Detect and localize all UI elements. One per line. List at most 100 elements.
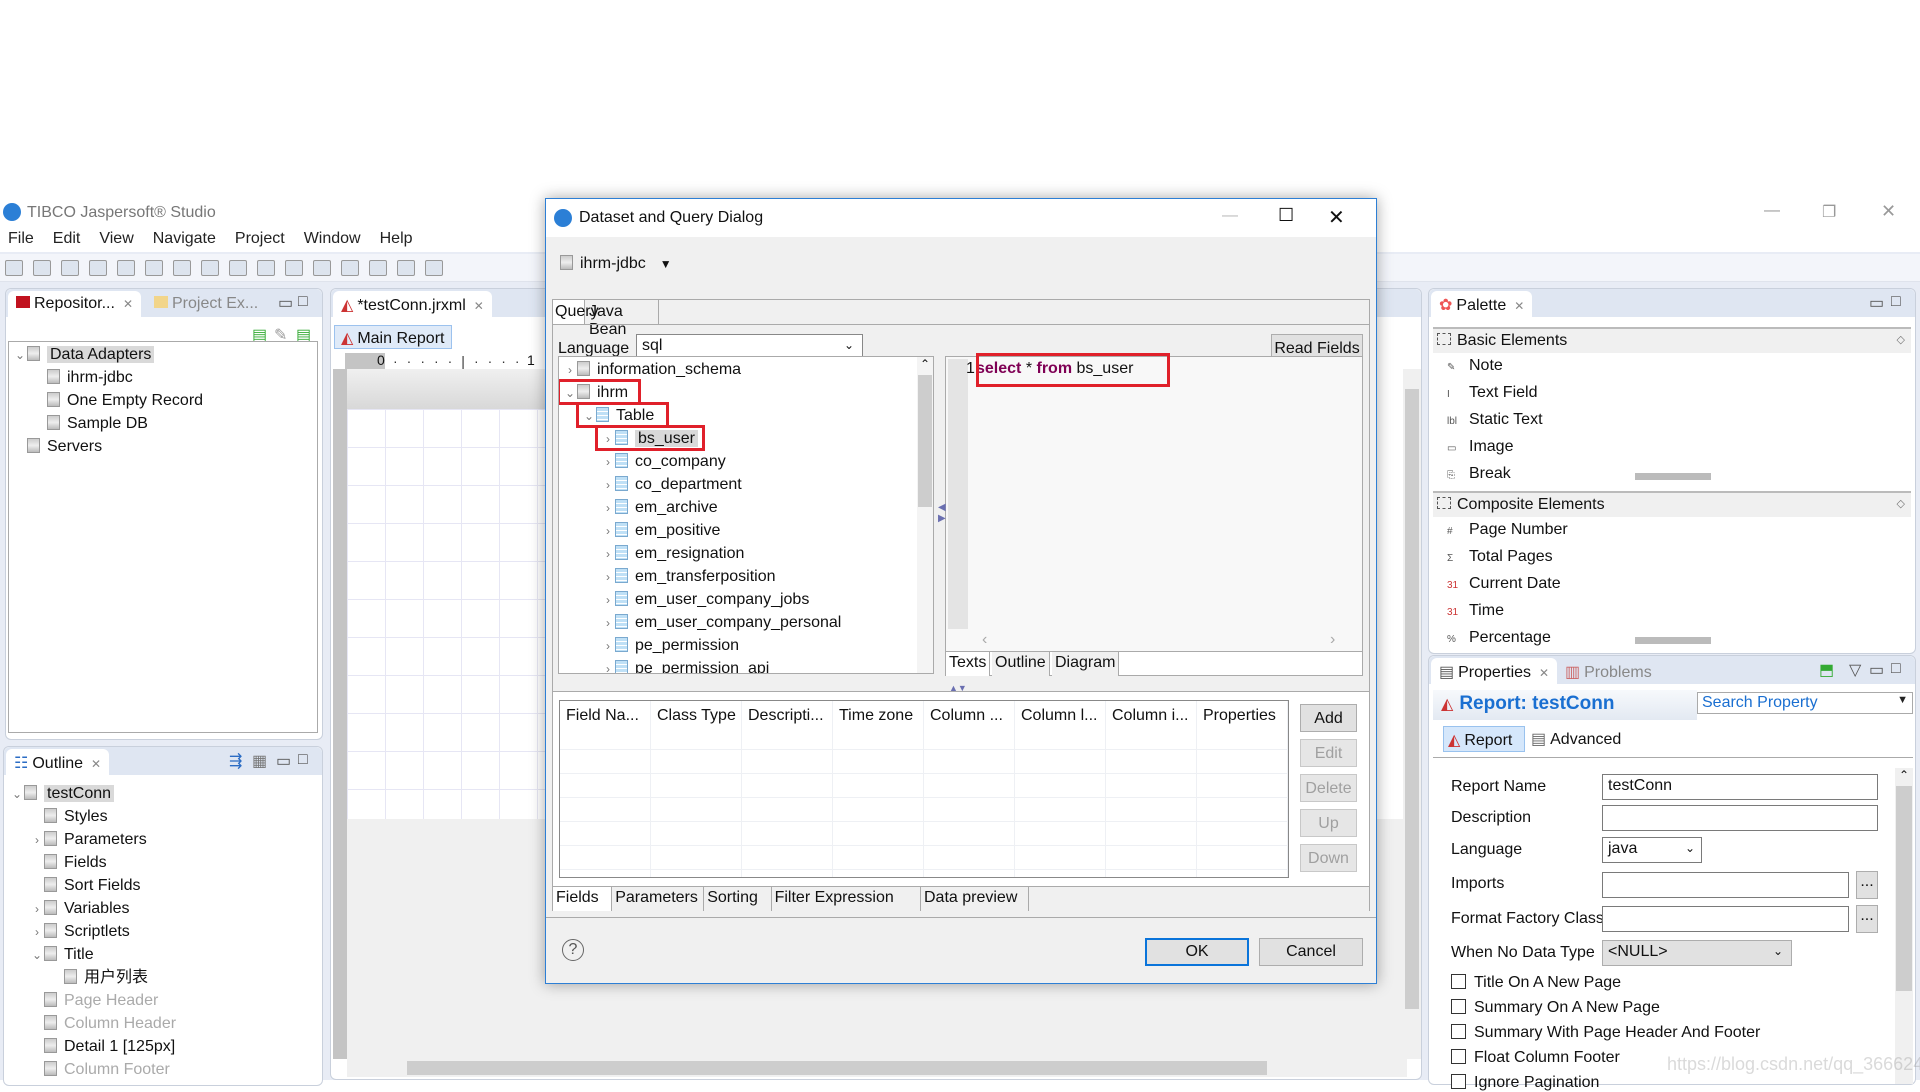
- sash-icon[interactable]: ◀ ▶: [938, 502, 946, 524]
- tree-item[interactable]: › co_company: [601, 451, 726, 473]
- minimize-panel-icon[interactable]: ▭: [276, 751, 291, 771]
- tab-problems[interactable]: ▥ Problems: [1557, 658, 1660, 684]
- tree-item[interactable]: Detail 1 [125px]: [30, 1036, 175, 1058]
- query-editor[interactable]: 1 select * from bs_user ‹ ›: [945, 356, 1363, 652]
- chevron-right-icon[interactable]: ›: [601, 497, 615, 519]
- menu-file[interactable]: File: [8, 230, 34, 248]
- palette-item[interactable]: ▭ Image: [1447, 438, 1513, 456]
- tree-item[interactable]: › em_user_company_jobs: [601, 589, 809, 611]
- tree-item[interactable]: › co_department: [601, 474, 742, 496]
- chevron-down-icon[interactable]: ⌄: [10, 783, 24, 805]
- close-tab-icon[interactable]: ✕: [1539, 666, 1549, 680]
- column-header[interactable]: Field Na...: [560, 701, 651, 877]
- close-tab-icon[interactable]: ✕: [474, 299, 484, 313]
- properties-scrollbar[interactable]: ⌃: [1895, 768, 1913, 1084]
- tree-item[interactable]: › pe_permission_api: [601, 658, 769, 673]
- import-icon[interactable]: [313, 260, 331, 276]
- column-header[interactable]: Column i...: [1106, 701, 1197, 877]
- tab-palette[interactable]: ✿ Palette ✕: [1431, 291, 1533, 317]
- close-tab-icon[interactable]: ✕: [91, 757, 101, 771]
- palette-item[interactable]: Σ Total Pages: [1447, 548, 1553, 566]
- forward-icon[interactable]: [397, 260, 415, 276]
- minimize-panel-icon[interactable]: ▭: [1869, 660, 1884, 680]
- tab-texts[interactable]: Texts: [946, 652, 991, 676]
- checkbox-summary-with-page-header-and-footer[interactable]: Summary With Page Header And Footer: [1451, 1024, 1760, 1042]
- tree-item[interactable]: Sample DB: [33, 413, 148, 435]
- chevron-right-icon[interactable]: ›: [601, 543, 615, 565]
- data-adapter-selector[interactable]: ihrm-jdbc ▼: [560, 255, 672, 273]
- collapse-icon[interactable]: ◇: [1897, 497, 1905, 510]
- chevron-right-icon[interactable]: ›: [601, 520, 615, 542]
- maximize-panel-icon[interactable]: □: [298, 751, 308, 769]
- tab-fields[interactable]: Fields: [553, 887, 613, 911]
- report-subtab[interactable]: ◭ Report: [1443, 726, 1525, 752]
- new-report-icon[interactable]: [145, 260, 163, 276]
- chevron-right-icon[interactable]: ›: [601, 474, 615, 496]
- palette-group-header[interactable]: Composite Elements ◇: [1433, 491, 1911, 517]
- chevron-right-icon[interactable]: ›: [601, 566, 615, 588]
- new-adapter-icon[interactable]: [173, 260, 191, 276]
- tree-item[interactable]: One Empty Record: [33, 390, 203, 412]
- checkbox-title-on-a-new-page[interactable]: Title On A New Page: [1451, 974, 1621, 992]
- tree-item[interactable]: ⌄ Title: [30, 944, 94, 966]
- checkbox[interactable]: [1451, 974, 1466, 989]
- palette-item[interactable]: # Page Number: [1447, 521, 1568, 539]
- chevron-right-icon[interactable]: ›: [601, 658, 615, 673]
- tab-diagram[interactable]: Diagram: [1052, 652, 1120, 676]
- palette-scroll-handle[interactable]: [1635, 473, 1711, 480]
- up-button[interactable]: Up: [1300, 809, 1357, 837]
- advanced-subtab[interactable]: ▤ Advanced: [1531, 729, 1621, 749]
- chevron-right-icon[interactable]: ›: [563, 359, 577, 381]
- search-property-input[interactable]: Search Property ▼: [1697, 692, 1913, 714]
- vertical-scrollbar[interactable]: [1403, 369, 1421, 1059]
- horizontal-scrollbar[interactable]: [347, 1059, 1407, 1077]
- description-input[interactable]: [1602, 805, 1878, 831]
- column-header[interactable]: Column l...: [1015, 701, 1106, 877]
- dropdown-arrow-icon[interactable]: ▼: [1897, 694, 1908, 706]
- menu-view[interactable]: View: [99, 230, 133, 248]
- imports-browse-button[interactable]: ...: [1856, 871, 1878, 899]
- edit-button[interactable]: Edit: [1300, 739, 1357, 767]
- tab-sorting[interactable]: Sorting: [704, 887, 772, 911]
- tree-item[interactable]: Styles: [30, 806, 108, 828]
- menu-help[interactable]: Help: [380, 230, 413, 248]
- tree-item[interactable]: › Parameters: [30, 829, 147, 851]
- checkbox[interactable]: [1451, 999, 1466, 1014]
- ok-button[interactable]: OK: [1145, 938, 1249, 966]
- chevron-right-icon[interactable]: ›: [601, 612, 615, 634]
- edit-report-icon[interactable]: [201, 260, 219, 276]
- palette-item[interactable]: ⎘ Break: [1447, 465, 1511, 483]
- tree-item[interactable]: Column Header: [30, 1013, 176, 1035]
- minimize-button[interactable]: —: [1764, 202, 1780, 220]
- close-tab-icon[interactable]: ✕: [123, 297, 133, 311]
- menu-project[interactable]: Project: [235, 230, 285, 248]
- chevron-right-icon[interactable]: ›: [30, 829, 44, 851]
- checkbox-float-column-footer[interactable]: Float Column Footer: [1451, 1049, 1620, 1067]
- tab-outline[interactable]: ☷ Outline ✕: [6, 749, 110, 775]
- tree-item[interactable]: › pe_permission: [601, 635, 739, 657]
- thumbnail-mode-icon[interactable]: ▦: [252, 751, 267, 771]
- format-factory-input[interactable]: [1602, 906, 1849, 932]
- menu-window[interactable]: Window: [304, 230, 361, 248]
- chevron-right-icon[interactable]: ›: [30, 898, 44, 920]
- tree-item[interactable]: › Variables: [30, 898, 130, 920]
- palette-scroll-handle[interactable]: [1635, 637, 1711, 644]
- minimize-panel-icon[interactable]: ▭: [278, 293, 293, 313]
- pin-icon[interactable]: ⬒: [1819, 660, 1834, 680]
- debug-icon[interactable]: [117, 260, 135, 276]
- scrollbar-thumb[interactable]: [1405, 389, 1419, 1009]
- imports-input[interactable]: [1602, 872, 1849, 898]
- collapse-icon[interactable]: ◇: [1897, 333, 1905, 346]
- tab-parameters[interactable]: Parameters: [612, 887, 705, 911]
- palette-group-header[interactable]: Basic Elements ◇: [1433, 327, 1911, 353]
- tree-item[interactable]: › em_user_company_personal: [601, 612, 841, 634]
- cancel-button[interactable]: Cancel: [1259, 938, 1363, 966]
- scroll-right-icon[interactable]: ›: [1330, 631, 1335, 649]
- tab-project-explorer[interactable]: Project Ex...: [146, 291, 266, 317]
- maximize-panel-icon[interactable]: □: [298, 293, 308, 311]
- checkbox[interactable]: [1451, 1074, 1466, 1089]
- minimize-button[interactable]: —: [1222, 207, 1238, 225]
- column-header[interactable]: Time zone: [833, 701, 924, 877]
- tree-mode-icon[interactable]: ⇶: [229, 751, 242, 771]
- column-header[interactable]: Descripti...: [742, 701, 833, 877]
